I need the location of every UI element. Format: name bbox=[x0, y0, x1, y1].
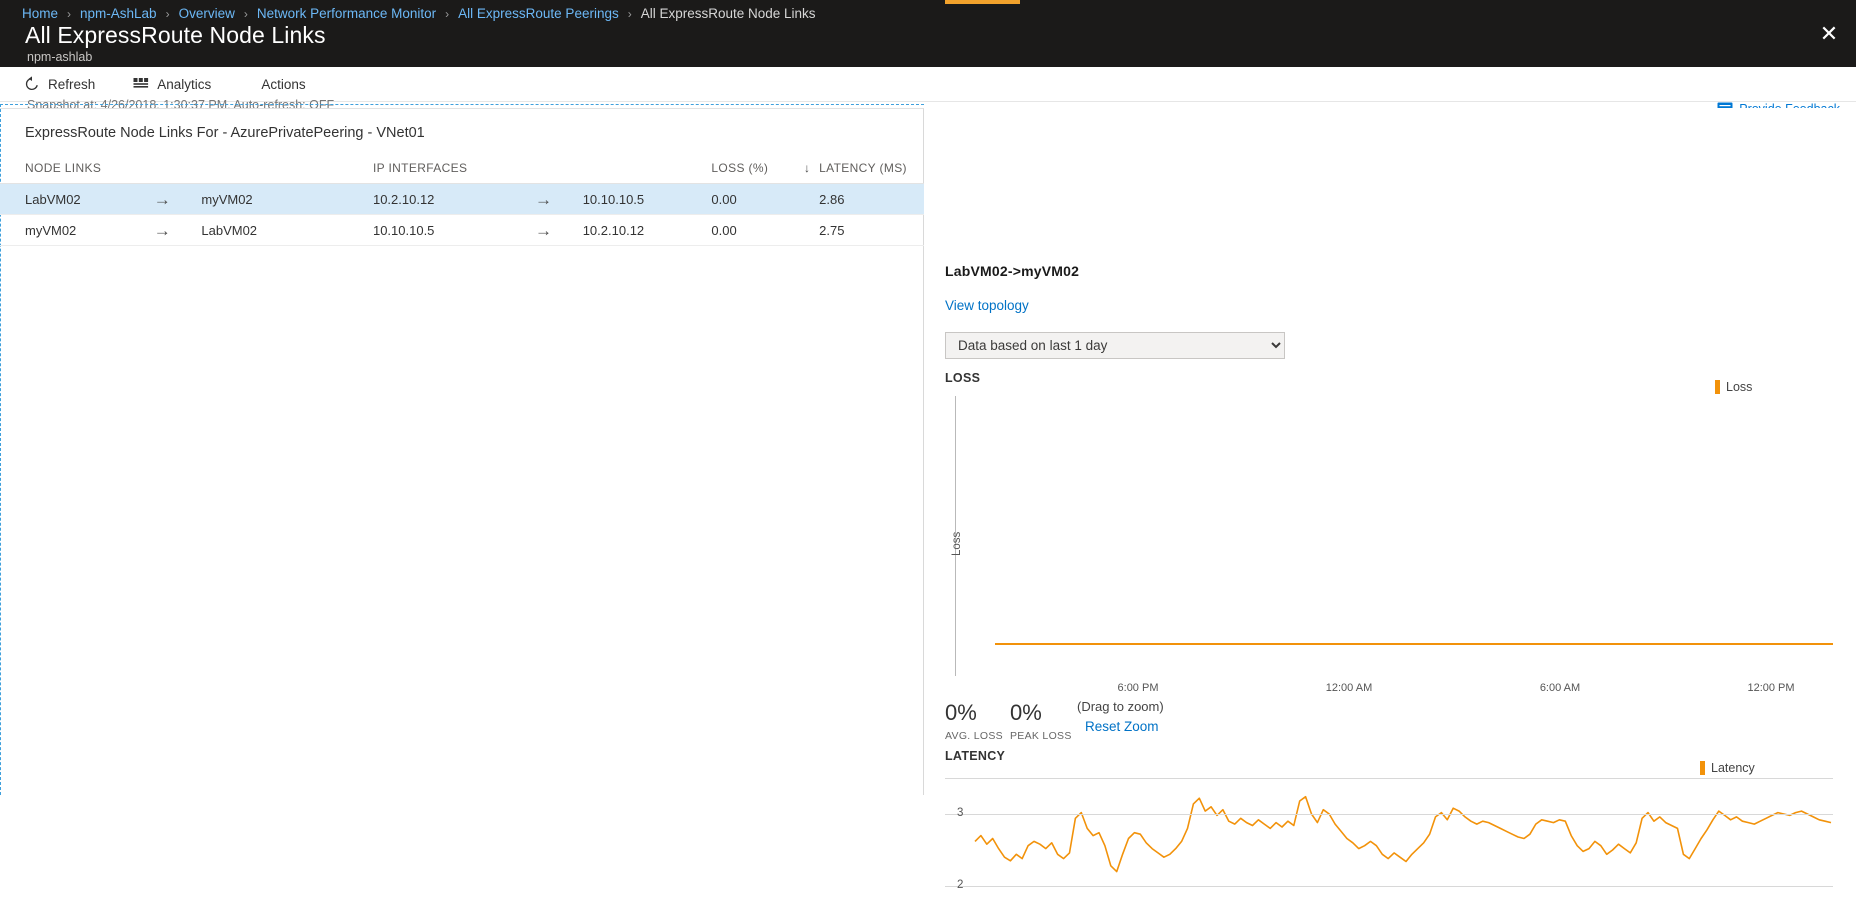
drag-to-zoom-hint: (Drag to zoom) bbox=[1077, 699, 1164, 714]
cell-latency: 2.86 bbox=[819, 191, 845, 207]
latency-series-plot bbox=[974, 795, 1832, 873]
cell-target-ip: 10.10.10.5 bbox=[582, 191, 645, 207]
arrow-right-icon: → bbox=[153, 220, 171, 240]
latency-ytick-2: 2 bbox=[957, 879, 964, 891]
active-tab-accent bbox=[945, 0, 1020, 4]
breadcrumb-separator: › bbox=[627, 6, 632, 21]
actions-label: Actions bbox=[261, 76, 306, 92]
view-topology-link[interactable]: View topology bbox=[945, 298, 1029, 313]
cell-latency: 2.75 bbox=[819, 222, 845, 238]
pane-focus-border-top bbox=[0, 104, 924, 105]
table-row[interactable]: myVM02 → LabVM02 10.10.10.5 → 10.2.10.12… bbox=[0, 215, 924, 246]
close-icon[interactable]: ✕ bbox=[1816, 22, 1842, 48]
peak-loss-value: 0% bbox=[1010, 700, 1042, 725]
latency-gridline-3 bbox=[945, 814, 1833, 815]
link-detail-pane: LabVM02->myVM02 View topology Data based… bbox=[925, 108, 1856, 891]
breadcrumb-item-home[interactable]: Home bbox=[22, 7, 58, 21]
peak-loss-label: PEAK LOSS bbox=[1010, 730, 1072, 742]
cell-source-ip: 10.2.10.12 bbox=[372, 191, 435, 207]
table-section-title: ExpressRoute Node Links For - AzurePriva… bbox=[25, 125, 425, 141]
breadcrumb-item-all-expressroute-node-links: All ExpressRoute Node Links bbox=[640, 5, 816, 21]
analytics-label: Analytics bbox=[157, 76, 212, 92]
cell-loss: 0.00 bbox=[711, 222, 737, 238]
breadcrumb: Home › npm-AshLab › Overview › Network P… bbox=[0, 7, 816, 21]
arrow-right-icon: → bbox=[153, 189, 171, 209]
latency-chart-legend: Latency bbox=[1700, 761, 1755, 775]
breadcrumb-separator: › bbox=[165, 6, 170, 21]
refresh-label: Refresh bbox=[48, 76, 96, 92]
column-header-node-links[interactable]: NODE LINKS bbox=[0, 161, 154, 175]
table-row[interactable]: LabVM02 → myVM02 10.2.10.12 → 10.10.10.5… bbox=[0, 184, 924, 215]
breadcrumb-item-npm-ashlab[interactable]: npm-AshLab bbox=[80, 7, 157, 21]
loss-chart[interactable]: Loss bbox=[945, 396, 1833, 682]
loss-legend-label: Loss bbox=[1726, 380, 1753, 394]
time-range-select[interactable]: Data based on last 1 day bbox=[945, 332, 1285, 359]
latency-chart-title: LATENCY bbox=[945, 749, 1006, 763]
cell-target-ip: 10.2.10.12 bbox=[582, 222, 645, 238]
table-header-row: NODE LINKS IP INTERFACES LOSS (%) ↓ LATE… bbox=[0, 152, 924, 184]
sort-descending-icon[interactable]: ↓ bbox=[795, 161, 819, 175]
detail-title: LabVM02->myVM02 bbox=[945, 263, 1080, 279]
cell-source-node: myVM02 bbox=[25, 222, 77, 238]
loss-legend-swatch bbox=[1715, 380, 1720, 394]
latency-ytick-3: 3 bbox=[957, 807, 964, 819]
loss-y-axis-title: Loss bbox=[951, 531, 963, 556]
analytics-icon bbox=[133, 76, 149, 92]
loss-x-tick: 12:00 PM bbox=[1747, 682, 1795, 694]
cell-loss: 0.00 bbox=[711, 191, 737, 207]
breadcrumb-item-overview[interactable]: Overview bbox=[179, 7, 235, 21]
cell-source-ip: 10.10.10.5 bbox=[372, 222, 435, 238]
loss-x-tick: 6:00 AM bbox=[1539, 682, 1581, 694]
loss-chart-legend: Loss bbox=[1715, 380, 1752, 394]
cell-target-node: LabVM02 bbox=[201, 222, 258, 238]
latency-gridline-top bbox=[945, 778, 1833, 779]
loss-x-tick: 12:00 AM bbox=[1325, 682, 1373, 694]
refresh-icon bbox=[24, 76, 40, 92]
loss-x-tick: 6:00 PM bbox=[1117, 682, 1159, 694]
column-header-loss[interactable]: LOSS (%) bbox=[711, 161, 795, 175]
latency-legend-swatch bbox=[1700, 761, 1705, 775]
cell-source-node: LabVM02 bbox=[25, 191, 81, 207]
breadcrumb-item-network-performance-monitor[interactable]: Network Performance Monitor bbox=[257, 7, 436, 21]
latency-gridline-2 bbox=[945, 886, 1833, 887]
arrow-right-icon: → bbox=[535, 220, 553, 240]
latency-chart[interactable]: 3 2 bbox=[945, 778, 1833, 898]
breadcrumb-separator: › bbox=[67, 6, 72, 21]
column-header-latency[interactable]: LATENCY (MS) bbox=[819, 161, 924, 175]
breadcrumb-separator: › bbox=[243, 6, 248, 21]
cell-target-node: myVM02 bbox=[201, 191, 253, 207]
reset-zoom-link[interactable]: Reset Zoom bbox=[1085, 719, 1159, 734]
arrow-right-icon: → bbox=[535, 189, 553, 209]
loss-series-plot bbox=[995, 643, 1833, 645]
breadcrumb-separator: › bbox=[445, 6, 450, 21]
breadcrumb-item-all-expressroute-peerings[interactable]: All ExpressRoute Peerings bbox=[458, 7, 619, 21]
column-header-ip-interfaces[interactable]: IP INTERFACES bbox=[373, 161, 535, 175]
node-links-table: NODE LINKS IP INTERFACES LOSS (%) ↓ LATE… bbox=[0, 152, 924, 246]
latency-legend-label: Latency bbox=[1711, 761, 1755, 775]
page-title: All ExpressRoute Node Links bbox=[25, 22, 326, 48]
page-subtitle: npm-ashlab bbox=[27, 50, 93, 64]
avg-loss-value: 0% bbox=[945, 700, 977, 725]
avg-loss-label: AVG. LOSS bbox=[945, 730, 1003, 742]
loss-chart-title: LOSS bbox=[945, 371, 981, 385]
